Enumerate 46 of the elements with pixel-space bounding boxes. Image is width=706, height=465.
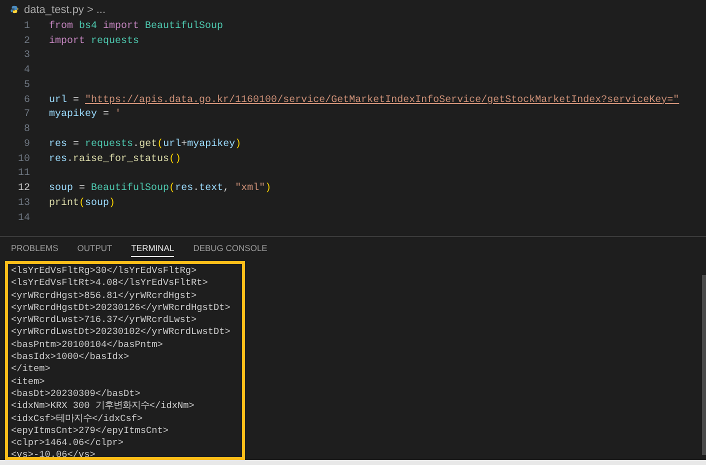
terminal-line: <item> xyxy=(11,376,46,388)
line-number: 2 xyxy=(22,36,30,47)
terminal-line: <yrWRcrdLwst>716.37</yrWRcrdLwst> xyxy=(11,314,198,326)
line-number: 14 xyxy=(16,212,30,224)
panel-tab[interactable]: OUTPUT xyxy=(77,241,112,256)
line-number: 13 xyxy=(16,198,30,209)
line-number: 6 xyxy=(22,94,30,106)
code-line: url = "https://apis.data.go.kr/1160100/service/GetMarketIndexInfoService/getStockMarketIndex?serviceKey=" xyxy=(49,94,680,106)
breadcrumb-more[interactable]: ... xyxy=(96,4,106,16)
terminal-line: <idxNm>KRX 300 기후변화지수</idxNm> xyxy=(11,400,196,413)
terminal-line: <idxCsf>테마지수</idxCsf> xyxy=(11,412,144,425)
python-file-icon xyxy=(10,5,19,14)
code-line: import requests xyxy=(49,36,140,47)
line-number: 1 xyxy=(22,20,30,32)
terminal-line: <yrWRcrdLwstDt>20230102</yrWRcrdLwstDt> xyxy=(11,326,232,339)
terminal-line: <clpr>1464.06</clpr> xyxy=(11,437,125,450)
line-number: 9 xyxy=(22,138,30,150)
line-number: 8 xyxy=(22,124,30,136)
line-number: 3 xyxy=(22,50,30,62)
terminal-line: </item> xyxy=(11,363,52,376)
line-number: 7 xyxy=(22,109,30,120)
line-number: 5 xyxy=(22,80,30,91)
panel-tab[interactable]: TERMINAL xyxy=(131,241,174,257)
terminal-line: <basDt>20230309</basDt> xyxy=(11,388,142,400)
line-number: 12 xyxy=(16,183,30,194)
line-number: 11 xyxy=(16,168,30,180)
code-line: res.raise_for_status() xyxy=(49,154,182,165)
code-line: myapikey = ' xyxy=(49,109,122,120)
code-line: soup = BeautifulSoup(res.text, "xml") xyxy=(49,183,272,194)
code-line: from bs4 import BeautifulSoup xyxy=(49,20,224,32)
code-line: res = requests.get(url+myapikey) xyxy=(49,138,242,150)
scrollbar[interactable] xyxy=(702,275,706,455)
panel-tab[interactable]: DEBUG CONSOLE xyxy=(193,241,268,256)
line-number: 10 xyxy=(16,154,30,165)
code-line: print(soup) xyxy=(49,198,116,209)
breadcrumb-separator: > xyxy=(86,4,94,16)
terminal-line: <basIdx>1000</basIdx> xyxy=(11,351,130,364)
terminal-line: <epyItmsCnt>279</epyItmsCnt> xyxy=(11,424,170,438)
terminal-line: <basPntm>20100104</basPntm> xyxy=(11,338,164,352)
terminal-line: <yrWRcrdHgst>856.81</yrWRcrdHgst> xyxy=(11,290,198,302)
panel-tab[interactable]: PROBLEMS xyxy=(11,241,58,256)
line-number: 4 xyxy=(22,65,30,76)
terminal-line: <yrWRcrdHgstDt>20230126</yrWRcrdHgstDt> xyxy=(11,302,232,314)
terminal-line: <lsYrEdVsFltRg>30</lsYrEdVsFltRg> xyxy=(11,265,198,278)
terminal-line: <lsYrEdVsFltRt>4.08</lsYrEdVsFltRt> xyxy=(11,277,209,290)
breadcrumb-file[interactable]: data_test.py xyxy=(24,4,84,16)
